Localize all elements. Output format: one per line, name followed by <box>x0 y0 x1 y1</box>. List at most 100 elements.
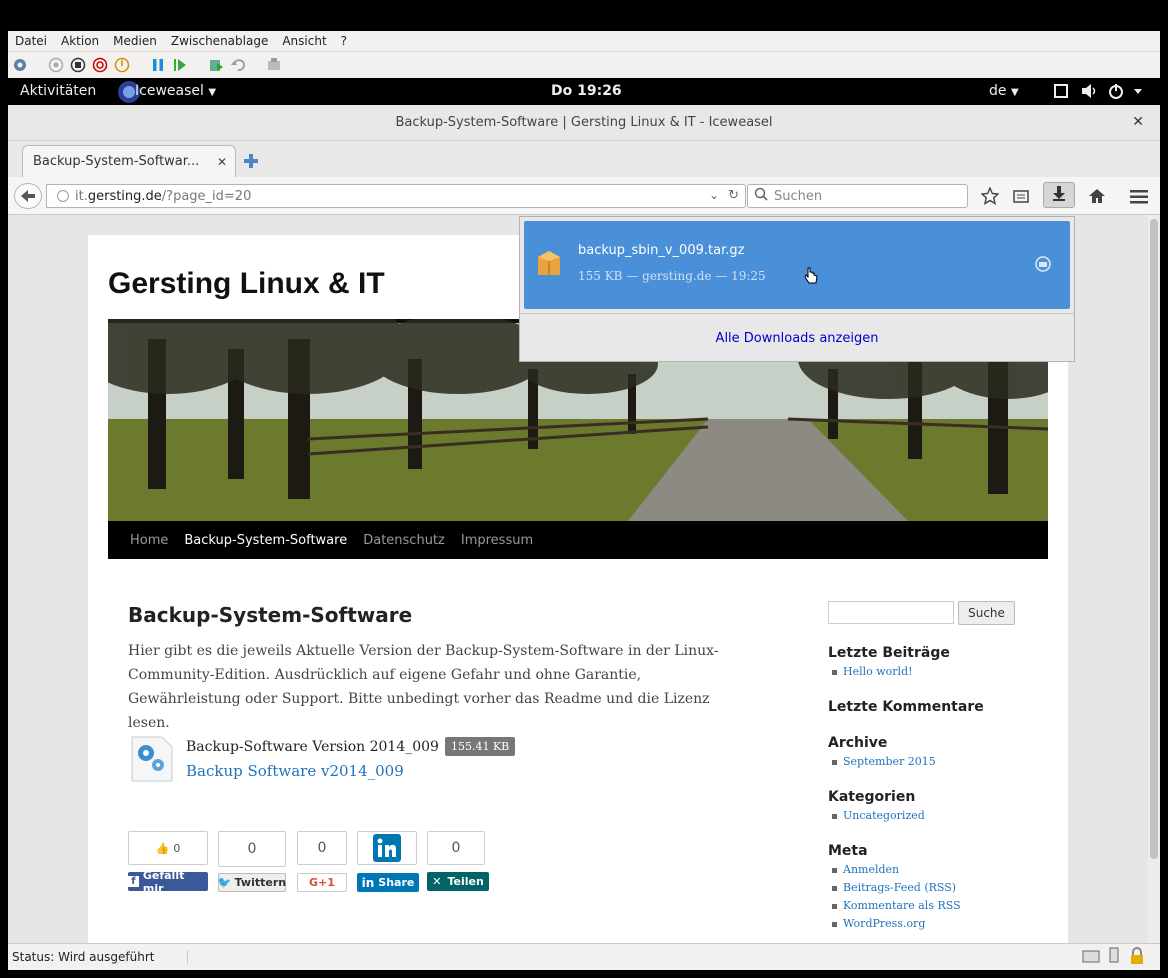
volume-icon[interactable] <box>1081 83 1099 103</box>
vm-menubar: Datei Aktion Medien Zwischenablage Ansic… <box>8 31 1160 52</box>
download-filename: backup_sbin_v_009.tar.gz <box>578 243 745 258</box>
url-path: /?page_id=20 <box>161 188 252 204</box>
xing-count: 0 <box>427 831 485 865</box>
google-plus-button[interactable]: G+1 <box>297 873 347 892</box>
xing-label: Teilen <box>447 875 484 888</box>
linkedin-logo-icon <box>357 831 417 865</box>
entry-title: Backup-System-Software <box>128 603 413 627</box>
home-icon[interactable] <box>1088 187 1106 209</box>
vertical-scrollbar[interactable] <box>1148 215 1160 943</box>
bookmarks-menu-icon[interactable] <box>1013 188 1029 208</box>
nav-home[interactable]: Home <box>122 533 176 548</box>
gnome-top-bar: Aktivitäten Iceweasel ▼ Do 19:26 de ▼ <box>8 78 1160 105</box>
sidebar-search-button[interactable]: Suche <box>958 601 1015 625</box>
site-title[interactable]: Gersting Linux & IT <box>108 267 385 301</box>
chevron-down-icon: ▼ <box>1010 87 1019 98</box>
stop-icon[interactable] <box>70 57 86 73</box>
twitter-label: Twittern <box>234 876 287 889</box>
app-menu[interactable]: Iceweasel ▼ <box>135 83 216 99</box>
linkedin-share-button[interactable]: in Share <box>357 873 419 892</box>
menu-datei[interactable]: Datei <box>8 34 54 48</box>
facebook-like-button[interactable]: f Gefällt mir <box>128 869 208 895</box>
window-title: Backup-System-Software | Gersting Linux … <box>395 115 773 130</box>
revert-icon[interactable] <box>230 57 246 73</box>
power-icon[interactable] <box>114 57 130 73</box>
search-input[interactable]: Suchen <box>747 184 968 208</box>
download-title: Backup-Software Version 2014_009 <box>186 738 439 755</box>
url-bar[interactable]: it. gersting.de/?page_id=20 ⌄ ↻ <box>46 184 746 208</box>
facebook-count-value: 0 <box>173 841 181 855</box>
downloads-button[interactable] <box>1043 182 1075 208</box>
vm-status-text: Status: Wird ausgeführt <box>8 950 188 964</box>
category-link[interactable]: Uncategorized <box>828 809 925 822</box>
shutdown-icon[interactable] <box>92 57 108 73</box>
clock[interactable]: Do 19:26 <box>551 83 622 99</box>
twitter-widget: 0 🐦 Twittern <box>218 831 286 892</box>
bookmark-star-icon[interactable] <box>980 186 1000 209</box>
pause-icon[interactable] <box>150 57 166 73</box>
download-item[interactable]: backup_sbin_v_009.tar.gz 155 KB — gersti… <box>524 221 1070 309</box>
window-icon[interactable] <box>1054 84 1068 102</box>
linkedin-share-label: Share <box>378 876 415 889</box>
facebook-icon: f <box>128 876 139 887</box>
menu-ansicht[interactable]: Ansicht <box>275 34 333 48</box>
sidebar-search-input[interactable] <box>828 601 954 624</box>
recent-posts-heading: Letzte Beiträge <box>828 645 950 661</box>
menu-medien[interactable]: Medien <box>106 34 164 48</box>
facebook-like-count: 👍 0 <box>128 831 208 865</box>
nav-toolbar: it. gersting.de/?page_id=20 ⌄ ↻ Suchen <box>8 177 1160 215</box>
xing-share-button[interactable]: ✕ Teilen <box>427 872 489 891</box>
site-info-icon[interactable] <box>57 190 69 202</box>
meta-link-wordpress[interactable]: WordPress.org <box>828 917 925 930</box>
url-host-prefix: it. <box>75 188 88 204</box>
back-button[interactable] <box>14 183 42 209</box>
archive-heading: Archive <box>828 735 888 751</box>
download-meta: 155 KB — gersting.de — 19:25 <box>578 269 766 283</box>
tab-strip: Backup-System-Softwar... ✕ <box>8 141 1160 177</box>
download-link[interactable]: Backup Software v2014_009 <box>186 762 404 780</box>
thumbs-up-icon: 👍 <box>155 841 170 855</box>
nav-backup-system-software[interactable]: Backup-System-Software <box>176 533 355 548</box>
menu-help[interactable]: ? <box>334 34 354 48</box>
play-icon[interactable] <box>172 57 188 73</box>
linkedin-widget: in Share <box>357 831 419 892</box>
menu-aktion[interactable]: Aktion <box>54 34 106 48</box>
vm-toolbar <box>8 52 1160 78</box>
close-tab-icon[interactable]: ✕ <box>217 155 227 169</box>
twitter-button[interactable]: 🐦 Twittern <box>218 873 286 892</box>
mouse-cursor-icon <box>804 267 818 289</box>
meta-link-login[interactable]: Anmelden <box>828 863 899 876</box>
hamburger-menu-icon[interactable] <box>1130 189 1148 208</box>
checkpoint-icon[interactable] <box>208 57 224 73</box>
scrollbar-thumb[interactable] <box>1150 219 1158 859</box>
archive-link[interactable]: September 2015 <box>828 755 936 768</box>
ctrl-alt-del-icon[interactable] <box>48 57 64 73</box>
search-icon <box>754 187 768 205</box>
linkedin-icon: in <box>361 875 375 890</box>
keyboard-icon <box>1082 948 1100 967</box>
meta-link-entries-rss[interactable]: Beitrags-Feed (RSS) <box>828 881 956 894</box>
show-all-downloads-link[interactable]: Alle Downloads anzeigen <box>520 331 1074 346</box>
menu-zwischenablage[interactable]: Zwischenablage <box>164 34 275 48</box>
entry-text: Hier gibt es die jeweils Aktuelle Versio… <box>128 643 719 731</box>
recent-post-link[interactable]: Hello world! <box>828 665 913 678</box>
site-navigation: Home Backup-System-Software Datenschutz … <box>108 521 1048 559</box>
window-titlebar: Backup-System-Software | Gersting Linux … <box>8 105 1160 141</box>
open-folder-icon[interactable] <box>1034 255 1052 277</box>
reload-icon[interactable]: ↻ <box>728 188 739 203</box>
chevron-down-icon: ▼ <box>208 87 217 98</box>
url-history-dropdown-icon[interactable]: ⌄ <box>709 188 719 202</box>
power-menu[interactable] <box>1108 83 1144 103</box>
download-size-badge: 155.41 KB <box>444 737 516 756</box>
nav-datenschutz[interactable]: Datenschutz <box>355 533 453 548</box>
new-tab-icon[interactable] <box>244 153 258 172</box>
tab-backup-system-software[interactable]: Backup-System-Softwar... ✕ <box>22 145 236 177</box>
settings-icon[interactable] <box>12 57 28 73</box>
close-window-icon[interactable]: ✕ <box>1132 114 1144 130</box>
activities-button[interactable]: Aktivitäten <box>20 83 96 99</box>
enhanced-session-icon[interactable] <box>266 57 282 73</box>
twitter-bird-icon: 🐦 <box>217 876 232 889</box>
input-language[interactable]: de ▼ <box>989 83 1019 99</box>
meta-link-comments-rss[interactable]: Kommentare als RSS <box>828 899 961 912</box>
nav-impressum[interactable]: Impressum <box>453 533 541 548</box>
